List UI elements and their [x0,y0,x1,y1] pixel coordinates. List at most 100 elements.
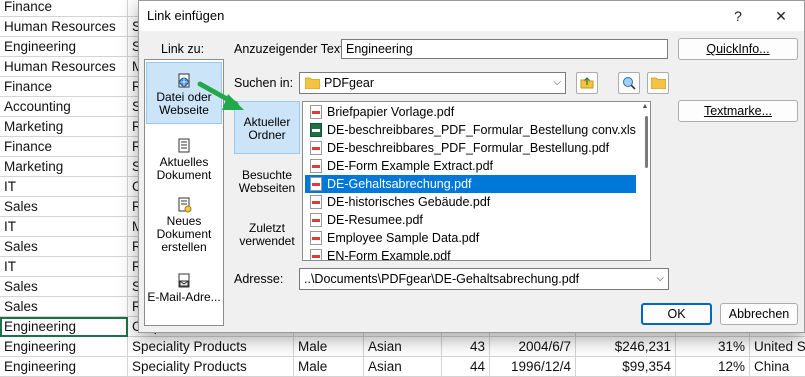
view-recent-files[interactable]: Zuletzt verwendet [234,220,300,250]
table-cell[interactable]: Engineering [0,37,128,57]
excel-file-icon [310,123,322,137]
view-label: Besuchte Webseiten [238,168,296,195]
table-cell[interactable]: Asian [364,337,442,357]
address-value: ..\Documents\PDFgear\DE-Gehaltsabrechung… [304,272,580,286]
pdf-file-icon [310,105,322,119]
table-cell[interactable]: China [750,357,805,377]
table-cell[interactable]: 1996/12/4 [490,357,576,377]
file-name: DE-Resumee.pdf [327,213,423,227]
table-cell[interactable]: Engineering [0,317,128,337]
file-list-item[interactable]: DE-Form Example Extract.pdf [305,157,636,175]
pdf-file-icon [310,249,322,260]
table-cell[interactable]: Speciality Products [128,357,294,377]
table-cell[interactable]: Sales [0,237,128,257]
link-target-label: Aktuelles Dokument [156,155,212,182]
file-list-item[interactable]: DE-historisches Gebäude.pdf [305,193,636,211]
up-folder-button[interactable] [576,72,598,94]
folder-icon [305,77,320,89]
table-cell[interactable]: Asian [364,357,442,377]
table-cell[interactable]: Sales [0,277,128,297]
quickinfo-button[interactable]: QuickInfo... [678,38,798,60]
bookmark-button[interactable]: Textmarke... [678,100,798,122]
link-target-label: E-Mail-Adre... [147,290,221,304]
table-cell[interactable]: Engineering [0,357,128,377]
display-text-label: Anzuzeigender Text: [234,42,348,56]
table-cell[interactable]: Sales [0,197,128,217]
view-browsed-pages[interactable]: Besuchte Webseiten [234,167,300,197]
table-cell[interactable]: Sales [0,297,128,317]
link-target-label: Neues Dokument erstellen [156,214,212,254]
table-cell[interactable]: IT [0,257,128,277]
display-text-input[interactable]: Engineering [341,39,668,59]
table-cell[interactable]: Male [294,357,364,377]
file-name: Employee Sample Data.pdf [327,231,480,245]
file-list-item[interactable]: Employee Sample Data.pdf [305,229,636,247]
table-cell[interactable]: Male [294,337,364,357]
browse-web-button[interactable] [618,72,640,94]
table-cell[interactable]: Human Resources [0,17,128,37]
link-to-label: Link zu: [161,42,205,56]
file-list-item[interactable]: DE-beschreibbares_PDF_Formular_Bestellun… [305,121,636,139]
file-list-item[interactable]: DE-Resumee.pdf [305,211,636,229]
table-cell[interactable]: IT [0,177,128,197]
file-list-item[interactable]: EN-Form Example.pdf [305,247,636,261]
address-input[interactable]: ..\Documents\PDFgear\DE-Gehaltsabrechung… [299,268,669,290]
scroll-up-arrow-icon[interactable]: ▲ [640,102,650,112]
cancel-button[interactable]: Abbrechen [720,303,798,325]
table-cell[interactable]: $99,354 [576,357,676,377]
table-row: Engineering Speciality Products Male Asian 4… [0,357,805,377]
file-list-item[interactable]: DE-Gehaltsabrechung.pdf [305,175,636,193]
quickinfo-button-label: QuickInfo... [706,42,770,56]
table-row: Engineering Speciality Products Male Asian 4… [0,337,805,357]
dialog-title: Link einfügen [147,8,225,23]
insert-link-dialog: Link einfügen ? ✕ Link zu: Anzuzeigender… [138,0,805,333]
file-list-item[interactable]: DE-beschreibbares_PDF_Formular_Bestellun… [305,139,636,157]
chevron-down-icon[interactable]: ⌵ [656,269,664,289]
link-target-current-document[interactable]: Aktuelles Dokument [146,136,222,186]
table-cell[interactable]: Speciality Products [128,337,294,357]
table-cell[interactable]: 43 [442,337,490,357]
table-cell[interactable]: United S [750,337,805,357]
help-button[interactable]: ? [724,5,752,27]
table-cell[interactable]: Human Resources [0,57,128,77]
close-button[interactable]: ✕ [767,5,795,27]
file-name: EN-Form Example.pdf [327,249,451,261]
link-target-new-document[interactable]: Neues Dokument erstellen [146,195,222,255]
document-icon [178,138,190,153]
address-label: Adresse: [234,272,284,286]
table-cell[interactable]: Marketing [0,157,128,177]
view-label: Zuletzt verwendet [239,221,295,248]
table-cell[interactable]: Finance [0,77,128,97]
table-cell[interactable]: IT [0,217,128,237]
chevron-down-icon: ⌵ [553,77,561,88]
up-folder-icon [580,77,594,89]
file-name: DE-beschreibbares_PDF_Formular_Bestellun… [327,141,610,155]
browse-file-button[interactable] [647,72,669,94]
table-cell[interactable]: 31% [676,337,750,357]
table-cell[interactable]: 2004/6/7 [490,337,576,357]
table-cell[interactable]: $246,231 [576,337,676,357]
table-cell[interactable]: Finance [0,137,128,157]
table-cell[interactable]: Marketing [0,117,128,137]
file-list-item[interactable]: Briefpapier Vorlage.pdf [305,103,636,121]
pdf-file-icon [310,177,322,191]
pdf-file-icon [310,159,322,173]
table-cell[interactable]: Finance [0,0,128,17]
table-cell[interactable]: 44 [442,357,490,377]
pdf-file-icon [310,231,322,245]
look-in-views-panel: Aktueller Ordner Besuchte Webseiten Zule… [234,101,300,266]
bookmark-button-label: Textmarke... [703,104,773,118]
table-cell[interactable]: Accounting [0,97,128,117]
pdf-file-icon [310,195,322,209]
file-name: DE-beschreibbares_PDF_Formular_Bestellun… [327,123,636,137]
file-list[interactable]: ▲ Briefpapier Vorlage.pdf DE-beschreibbar… [302,101,651,261]
table-cell[interactable]: Engineering [0,337,128,357]
file-list-scrollbar[interactable] [645,116,648,168]
ok-button[interactable]: OK [641,303,712,325]
file-name: DE-Gehaltsabrechung.pdf [327,177,472,191]
look-in-dropdown[interactable]: PDFgear ⌵ [299,72,566,94]
table-cell[interactable]: 12% [676,357,750,377]
view-label: Aktueller Ordner [243,115,291,142]
file-name: DE-historisches Gebäude.pdf [327,195,491,209]
link-target-email[interactable]: E-Mail-Adre... [146,271,222,311]
